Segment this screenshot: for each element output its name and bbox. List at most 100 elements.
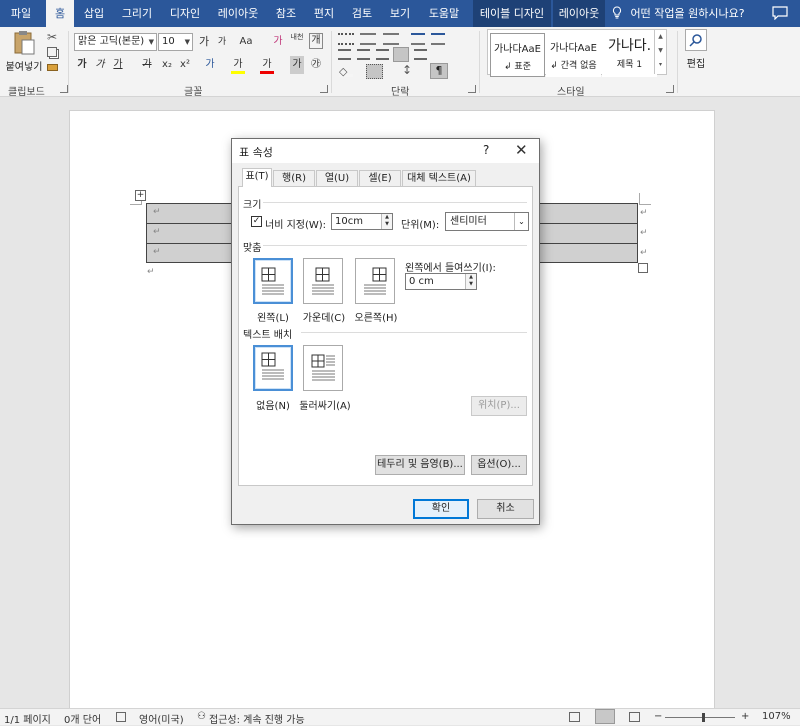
- clear-formatting-button[interactable]: 가: [271, 33, 285, 51]
- format-painter-icon[interactable]: [47, 64, 58, 71]
- wrap-none-option[interactable]: [253, 345, 293, 391]
- tab-layout[interactable]: 레이아웃: [213, 0, 263, 27]
- tab-column[interactable]: 열(U): [316, 170, 358, 187]
- tab-design[interactable]: 디자인: [165, 0, 205, 27]
- help-button[interactable]: ?: [483, 143, 489, 157]
- unit-select[interactable]: 센티미터 ⌄: [445, 212, 529, 231]
- align-left-option[interactable]: [253, 258, 293, 304]
- tab-help[interactable]: 도움말: [422, 0, 466, 27]
- strikethrough-button[interactable]: 가: [140, 56, 154, 74]
- tab-table-layout[interactable]: 레이아웃: [553, 0, 605, 27]
- borders-shading-button[interactable]: 테두리 및 음영(B)...: [375, 455, 465, 475]
- word-count[interactable]: 0개 단어: [64, 711, 101, 726]
- font-name-combo[interactable]: 맑은 고딕(본문) ▼: [74, 33, 157, 51]
- width-spinner[interactable]: 10cm ▲ ▼: [331, 213, 393, 230]
- font-size-combo[interactable]: 10 ▼: [158, 33, 193, 51]
- width-checkbox[interactable]: ✓: [251, 216, 262, 227]
- sort-icon[interactable]: ↕: [402, 63, 412, 77]
- grow-font-button[interactable]: 가: [197, 33, 211, 51]
- underline-button[interactable]: 가: [111, 56, 125, 74]
- align-right-icon[interactable]: [376, 49, 389, 60]
- subscript-button[interactable]: x₂: [160, 56, 174, 74]
- style-no-spacing[interactable]: 가나다AaE ↲ 간격 없음: [546, 33, 601, 77]
- character-shading-button[interactable]: 가: [290, 56, 304, 74]
- style-normal[interactable]: 가나다AaE ↲ 표준: [490, 33, 545, 77]
- web-layout-icon[interactable]: [629, 712, 640, 722]
- italic-button[interactable]: 가: [94, 56, 106, 74]
- accessibility-status[interactable]: 접근성: 계속 진행 가능: [209, 711, 305, 726]
- close-icon[interactable]: ✕: [515, 141, 528, 159]
- align-center-icon[interactable]: [357, 49, 370, 60]
- zoom-level[interactable]: 107%: [762, 711, 791, 722]
- tab-home[interactable]: 홈: [46, 0, 74, 27]
- phonetic-guide-button[interactable]: 내천: [289, 33, 305, 51]
- style-heading-1[interactable]: 가나다. 제목 1: [602, 33, 657, 77]
- cut-icon[interactable]: ✂: [47, 30, 57, 44]
- spin-arrows-icon[interactable]: ▲ ▼: [465, 274, 476, 289]
- line-spacing-icon[interactable]: [414, 49, 427, 60]
- ok-button[interactable]: 확인: [413, 499, 469, 519]
- numbering-icon[interactable]: [360, 33, 376, 45]
- zoom-slider-thumb[interactable]: [702, 713, 705, 722]
- bold-button[interactable]: 가: [76, 56, 88, 74]
- page-count[interactable]: 1/1 페이지: [4, 711, 51, 726]
- multilevel-list-icon[interactable]: [383, 33, 399, 45]
- tab-cell[interactable]: 셀(E): [359, 170, 401, 187]
- table-move-handle[interactable]: +: [135, 190, 146, 201]
- tab-draw[interactable]: 그리기: [117, 0, 157, 27]
- highlight-button[interactable]: 가: [231, 56, 245, 74]
- accessibility-icon[interactable]: ⚇: [197, 711, 206, 722]
- zoom-out-button[interactable]: −: [654, 711, 662, 722]
- tab-file[interactable]: 파일: [0, 0, 42, 27]
- comment-icon[interactable]: [772, 6, 788, 21]
- tab-review[interactable]: 검토: [346, 0, 378, 27]
- show-marks-icon[interactable]: ¶: [430, 63, 448, 79]
- cancel-button[interactable]: 취소: [477, 499, 534, 519]
- bullets-icon[interactable]: [338, 33, 354, 45]
- zoom-in-button[interactable]: +: [741, 711, 749, 722]
- align-center-option[interactable]: [303, 258, 343, 304]
- options-button[interactable]: 옵션(O)...: [471, 455, 527, 475]
- tell-me-box[interactable]: 어떤 작업을 원하시나요?: [612, 0, 745, 27]
- zoom-slider[interactable]: [665, 717, 735, 718]
- paragraph-launcher-icon[interactable]: [468, 85, 476, 93]
- justify-icon[interactable]: [393, 47, 409, 62]
- shading-icon[interactable]: ◇: [339, 65, 353, 78]
- wrap-around-option[interactable]: [303, 345, 343, 391]
- language[interactable]: 영어(미국): [139, 711, 184, 726]
- paste-button[interactable]: 붙여넣기: [5, 29, 43, 77]
- clipboard-launcher-icon[interactable]: [60, 85, 68, 93]
- enclose-characters-button[interactable]: 개: [309, 33, 323, 49]
- styles-launcher-icon[interactable]: [666, 85, 674, 93]
- change-case-button[interactable]: Aa: [236, 33, 256, 51]
- tab-mailings[interactable]: 편지: [308, 0, 340, 27]
- tab-table[interactable]: 표(T): [242, 168, 272, 187]
- gallery-scroll[interactable]: ▲ ▼ ▾: [654, 30, 666, 74]
- shrink-font-button[interactable]: 가: [215, 33, 229, 51]
- align-right-option[interactable]: [355, 258, 395, 304]
- positioning-button[interactable]: 위치(P)...: [471, 396, 527, 416]
- font-color-button[interactable]: 가: [260, 56, 274, 74]
- tab-row[interactable]: 행(R): [273, 170, 315, 187]
- tab-references[interactable]: 참조: [270, 0, 302, 27]
- decrease-indent-icon[interactable]: [411, 33, 425, 45]
- tab-view[interactable]: 보기: [384, 0, 416, 27]
- tab-alt-text[interactable]: 대체 텍스트(A): [402, 170, 476, 187]
- font-launcher-icon[interactable]: [320, 85, 328, 93]
- editing-button[interactable]: 편집: [682, 29, 710, 77]
- increase-indent-icon[interactable]: [431, 33, 445, 45]
- proofing-icon[interactable]: [116, 712, 126, 722]
- superscript-button[interactable]: x²: [178, 56, 192, 74]
- align-left-icon[interactable]: [338, 49, 351, 60]
- text-effects-button[interactable]: 가: [203, 56, 217, 74]
- print-layout-icon[interactable]: [595, 709, 615, 724]
- read-mode-icon[interactable]: [569, 712, 580, 722]
- copy-icon[interactable]: [47, 47, 57, 57]
- indent-spinner[interactable]: 0 cm ▲ ▼: [405, 273, 477, 290]
- dialog-titlebar[interactable]: 표 속성 ? ✕: [232, 139, 539, 163]
- borders-icon[interactable]: [366, 64, 383, 79]
- enclosed-char-button[interactable]: ㉮: [309, 56, 323, 74]
- spin-arrows-icon[interactable]: ▲ ▼: [381, 214, 392, 229]
- tab-insert[interactable]: 삽입: [78, 0, 110, 27]
- table-resize-handle[interactable]: [638, 263, 648, 273]
